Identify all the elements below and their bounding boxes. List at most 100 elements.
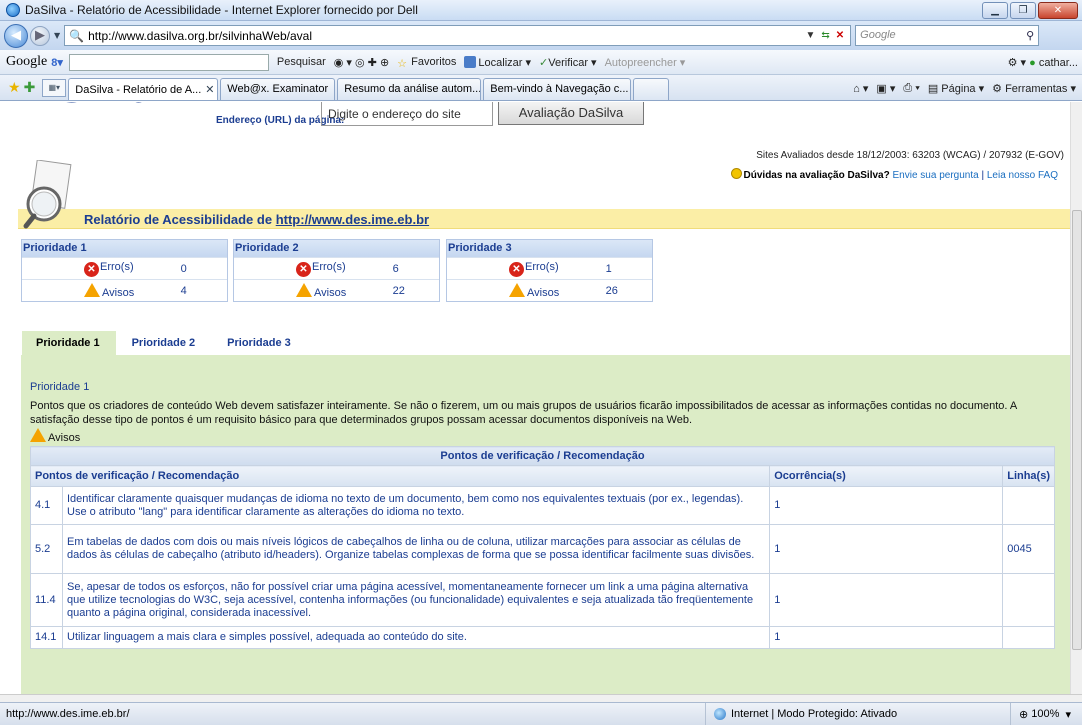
google-toolbar: Google 8▾ Pesquisar ◉ ▾ ◎ ✚ ⊕ ☆ Favoritos…: [0, 50, 1082, 75]
url-dropdown-icon[interactable]: ▼: [805, 30, 815, 41]
google-tools-icons[interactable]: ◉ ▾ ◎ ✚ ⊕: [334, 56, 389, 69]
url-field[interactable]: 🔍 http://www.dasilva.org.br/silvinhaWeb/…: [64, 25, 852, 46]
errors-count: 0: [180, 262, 187, 275]
warnings-count: 22: [392, 284, 405, 297]
avisos-text: Avisos: [48, 432, 81, 444]
maximize-button[interactable]: ❐: [1010, 2, 1036, 19]
errors-label: ✕ Erro(s): [22, 261, 181, 277]
window-title: DaSilva - Relatório de Acessibilidade - …: [25, 3, 418, 17]
warning-icon: [84, 282, 100, 297]
feeds-icon[interactable]: ▣ ▾: [876, 82, 895, 95]
report-title: Relatório de Acessibilidade de http://ww…: [84, 212, 429, 227]
forward-button[interactable]: ▶: [30, 25, 50, 46]
search-field[interactable]: Google ⚲: [855, 25, 1040, 46]
status-url: http://www.des.ime.eb.br/: [6, 708, 130, 720]
zoom-control[interactable]: ⊕ 100% ▾: [1010, 703, 1082, 725]
google-g-icon[interactable]: 8▾: [51, 56, 63, 69]
security-zone[interactable]: Internet | Modo Protegido: Ativado: [705, 703, 1010, 725]
occurrences-cell: 1: [769, 573, 1004, 627]
warning-icon: [30, 428, 46, 442]
stop-icon[interactable]: ✕: [836, 30, 844, 41]
tools-menu-label: Ferramentas: [1005, 83, 1068, 95]
panel-heading: Prioridade 1: [30, 381, 90, 393]
refresh-icon[interactable]: ⇆: [821, 30, 829, 41]
warning-icon: [296, 282, 312, 297]
add-favorite-icon[interactable]: ✚: [24, 79, 36, 96]
evaluate-button[interactable]: Avaliação DaSilva: [498, 102, 644, 125]
lines-cell: [1002, 573, 1055, 627]
command-bar: ⌂ ▾ ▣ ▾ ⎙ ▾ ▤ Página ▾ ⚙ Ferramentas ▾: [853, 82, 1082, 100]
browser-tab-bemvindo[interactable]: Bem-vindo à Navegação c...: [483, 78, 632, 100]
tab-prioridade-3[interactable]: Prioridade 3: [211, 331, 307, 356]
tools-menu[interactable]: ⚙ Ferramentas ▾: [992, 82, 1076, 95]
page-bottom-strip: [0, 694, 1082, 702]
browser-tab-resumo[interactable]: Resumo da análise autom...: [337, 78, 482, 100]
browser-tabs-bar: ★ ✚ ▦▾ DaSilva - Relatório de A... ✕ Web@…: [0, 75, 1082, 101]
send-question-link[interactable]: Envie sua pergunta: [893, 170, 979, 181]
evaluated-sites-stats: Sites Avaliados desde 18/12/2003: 63203 …: [756, 150, 1064, 161]
errors-text: Erro(s): [100, 260, 134, 273]
favorites-button[interactable]: ☆ Favoritos: [397, 56, 456, 70]
error-icon: ✕: [509, 261, 524, 277]
close-tab-icon[interactable]: ✕: [205, 84, 214, 96]
column-header-occurrences: Ocorrência(s): [769, 465, 1004, 487]
autofill-label: Autopreencher: [604, 56, 677, 69]
find-button[interactable]: Localizar ▾: [464, 55, 531, 69]
priority-1-summary: Prioridade 1 ✕ Erro(s) 0 Avisos 4: [21, 239, 228, 302]
history-dropdown-icon[interactable]: ▼: [54, 31, 60, 40]
checkpoint-code: 4.1: [30, 486, 63, 525]
warnings-label: Avisos: [22, 282, 181, 299]
autofill-button[interactable]: Autopreencher ▾: [605, 56, 686, 69]
search-icon[interactable]: ⚲: [1026, 29, 1034, 42]
minimize-button[interactable]: ▁: [982, 2, 1008, 19]
google-logo: Google: [6, 54, 48, 69]
internet-globe-icon: [714, 708, 726, 720]
dasilva-logo: silva: [60, 102, 210, 116]
google-search-button[interactable]: Pesquisar: [277, 56, 326, 68]
url-text[interactable]: http://www.dasilva.org.br/silvinhaWeb/av…: [88, 29, 805, 43]
settings-icon: ⚙ ▾: [1007, 56, 1030, 69]
scrollbar-thumb[interactable]: [1072, 210, 1082, 650]
window-titlebar: DaSilva - Relatório de Acessibilidade - …: [0, 0, 1082, 21]
errors-row: ✕ Erro(s) 6: [234, 257, 439, 279]
tab-prioridade-1[interactable]: Prioridade 1: [22, 331, 116, 356]
panel-description: Pontos que os criadores de conteúdo Web …: [30, 400, 1017, 426]
table-row: 4.1 Identificar claramente quaisquer mud…: [30, 486, 1055, 525]
browser-tab-dasilva[interactable]: DaSilva - Relatório de A... ✕: [68, 78, 219, 100]
browser-tab-webax[interactable]: Web@x. Examinator: [220, 78, 336, 100]
new-tab-button[interactable]: [633, 78, 670, 100]
column-header-lines: Linha(s): [1002, 465, 1055, 487]
zone-text: Internet | Modo Protegido: Ativado: [731, 708, 898, 720]
faq-link[interactable]: Leia nosso FAQ: [987, 170, 1058, 181]
status-dot-icon: ●: [1029, 56, 1036, 69]
account-button[interactable]: ⚙ ▾ ● cathar...: [1008, 56, 1078, 69]
spellcheck-button[interactable]: ✓Verificar ▾: [539, 56, 597, 69]
checkpoint-code: 14.1: [30, 626, 63, 649]
check-icon: ✓: [539, 56, 549, 69]
table-row: 14.1 Utilizar linguagem a mais clara e s…: [30, 626, 1055, 649]
back-button[interactable]: ◀: [4, 23, 28, 48]
lines-cell: [1002, 626, 1055, 649]
lines-cell: [1002, 486, 1055, 525]
url-actions: ▼ ⇆ ✕: [805, 30, 850, 41]
table-caption-row: Pontos de verificação / Recomendação: [30, 446, 1055, 466]
quick-tabs-icon[interactable]: ▦▾: [42, 79, 67, 97]
priority-tabs: Prioridade 1 Prioridade 2 Prioridade 3: [22, 331, 307, 356]
page-menu[interactable]: ▤ Página ▾: [928, 82, 984, 95]
google-search-input[interactable]: [68, 53, 269, 71]
home-icon[interactable]: ⌂ ▾: [853, 82, 868, 95]
close-button[interactable]: ✕: [1038, 2, 1078, 19]
column-header-points: Pontos de verificação / Recomendação: [29, 465, 771, 487]
warnings-count: 4: [180, 284, 187, 297]
table-row: 11.4 Se, apesar de todos os esforços, nã…: [30, 573, 1055, 627]
print-icon[interactable]: ⎙ ▾: [903, 82, 919, 95]
report-title-prefix: Relatório de Acessibilidade de: [84, 212, 273, 227]
warnings-row: Avisos 22: [234, 279, 439, 301]
page-icon: 🔍: [69, 28, 85, 43]
vertical-scrollbar[interactable]: [1070, 102, 1082, 694]
tab-prioridade-2[interactable]: Prioridade 2: [116, 331, 212, 356]
favorites-star-icon[interactable]: ★: [8, 79, 21, 96]
report-url-link[interactable]: http://www.des.ime.eb.br: [276, 212, 429, 227]
priority-title: Prioridade 1: [22, 240, 227, 257]
site-url-input[interactable]: Digite o endereço do site: [321, 102, 493, 126]
